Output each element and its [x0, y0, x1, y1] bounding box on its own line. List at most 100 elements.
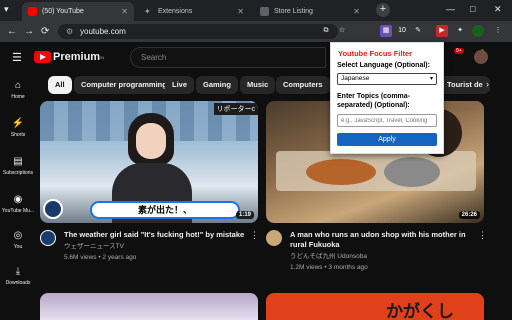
channel-name[interactable]: ウェザーニュースTV [64, 242, 124, 251]
video-meta: 5.6M views • 2 years ago [64, 254, 137, 261]
tab-search-icon[interactable]: ▾ [4, 4, 9, 15]
language-select-value: Japanese [341, 75, 370, 82]
tab-extensions[interactable]: ✦ Extensions ✕ [138, 2, 250, 21]
account-avatar[interactable] [474, 50, 488, 64]
you-icon: ◎ [13, 230, 23, 241]
chips-next-chevron-icon[interactable]: › [486, 79, 489, 89]
youtube-logo[interactable]: Premium IN [34, 51, 104, 63]
pen-extension-icon[interactable]: ✎ [412, 25, 424, 37]
video-thumbnail[interactable] [40, 293, 258, 320]
channel-avatar[interactable] [266, 230, 282, 246]
cooking-pot [384, 157, 440, 187]
logo-country: IN [100, 54, 105, 60]
tab-youtube[interactable]: (50) YouTube ✕ [22, 2, 134, 21]
youtube-music-icon: ◉ [13, 194, 23, 205]
channel-name[interactable]: うどんそば九州 Udonsoba [290, 252, 367, 261]
browser-tabstrip: (50) YouTube ✕ ✦ Extensions ✕ Store List… [0, 0, 512, 21]
subscriptions-icon: ▤ [13, 156, 23, 167]
url-text: youtube.com [80, 27, 126, 36]
back-button[interactable]: ← [7, 26, 17, 37]
chip-music[interactable]: Music [240, 76, 276, 94]
thumbnail-caption: 素が出た！、 [90, 201, 240, 219]
shorts-icon: ⚡ [11, 118, 25, 129]
topics-label-line: separated) (Optional): [337, 102, 410, 109]
video-duration: 1:19 [235, 211, 254, 219]
video-title[interactable]: A man who runs an udon shop with his mot… [290, 230, 486, 250]
video-thumbnail[interactable]: かがくし [266, 293, 484, 320]
channel-avatar[interactable] [40, 230, 56, 246]
food-plate [306, 159, 376, 185]
chip-computers[interactable]: Computers [276, 76, 330, 94]
close-tab-icon[interactable]: ✕ [237, 7, 244, 16]
tab-store-listing[interactable]: Store Listing ✕ [254, 2, 366, 21]
sidebar-item-downloads[interactable]: ⤓ Downloads [0, 266, 36, 286]
language-select[interactable]: Japanese ▾ [337, 73, 437, 85]
topics-input[interactable] [337, 114, 437, 127]
chevron-down-icon: ▾ [429, 76, 433, 82]
bookmark-star-icon[interactable]: ☆ [336, 25, 348, 37]
tab-label: Extensions [158, 8, 193, 15]
sidebar-item-label: You [13, 244, 23, 250]
extensions-puzzle-icon[interactable]: ✦ [454, 25, 466, 37]
tab-label: (50) YouTube [42, 8, 84, 15]
chip-all[interactable]: All [48, 76, 72, 94]
logo-text: Premium [53, 51, 101, 63]
video-title-line: rural Fukuoka [290, 240, 340, 249]
presenter-face [136, 123, 166, 159]
extension-badge[interactable]: 10 [396, 25, 408, 37]
video-more-icon[interactable]: ⋮ [478, 230, 487, 241]
browser-menu-icon[interactable]: ⋮ [492, 25, 504, 37]
address-bar[interactable]: ⚙ youtube.com [58, 24, 338, 39]
minimize-button[interactable]: — [446, 4, 455, 14]
extension-icon-1[interactable]: ▦ [380, 25, 392, 37]
profile-avatar[interactable] [472, 25, 484, 37]
sidebar-item-subscriptions[interactable]: ▤ Subscriptions [0, 156, 36, 176]
sidebar-item-label: YouTube Mu... [1, 208, 35, 214]
sidebar-item-shorts[interactable]: ⚡ Shorts [0, 118, 36, 138]
chip-gaming[interactable]: Gaming [196, 76, 238, 94]
video-thumbnail[interactable]: リポーターc 素が出た！、 1:19 [40, 101, 258, 223]
maximize-button[interactable]: □ [470, 4, 475, 14]
reload-button[interactable]: ⟳ [41, 26, 49, 37]
sidebar-item-home[interactable]: ⌂ Home [0, 80, 36, 100]
close-tab-icon[interactable]: ✕ [121, 7, 128, 16]
thumbnail-text: かがくし [386, 302, 454, 320]
focus-filter-extension-icon[interactable]: ▶ [436, 25, 448, 37]
video-title[interactable]: The weather girl said "It's fucking hot!… [64, 230, 252, 240]
sidebar-item-label: Downloads [5, 280, 31, 286]
sidebar-item-label: Shorts [10, 132, 26, 138]
topics-label: Enter Topics (comma- separated) (Optiona… [337, 92, 410, 110]
downloads-icon: ⤓ [15, 266, 21, 277]
video-more-icon[interactable]: ⋮ [250, 230, 259, 241]
forward-button[interactable]: → [24, 26, 34, 37]
video-title-line: A man who runs an udon shop with his mot… [290, 230, 466, 239]
cast-icon[interactable]: ⧉ [320, 25, 332, 37]
video-meta: 1.2M views • 3 months ago [290, 264, 368, 271]
hamburger-menu-icon[interactable]: ☰ [12, 51, 22, 64]
close-window-button[interactable]: ✕ [494, 4, 502, 15]
tab-label: Store Listing [274, 8, 313, 15]
apply-button[interactable]: Apply [337, 133, 437, 146]
topics-label-line: Enter Topics (comma- [337, 93, 410, 100]
youtube-favicon-icon [28, 7, 37, 16]
new-tab-button[interactable]: + [376, 3, 390, 17]
video-duration: 26:26 [458, 211, 480, 219]
popup-body: Select Language (Optional): Japanese ▾ E… [330, 42, 444, 154]
store-icon [260, 7, 269, 16]
sidebar-item-youtube-music[interactable]: ◉ YouTube Mu... [0, 194, 36, 214]
site-info-icon[interactable]: ⚙ [66, 24, 73, 39]
close-tab-icon[interactable]: ✕ [353, 7, 360, 16]
chip-live[interactable]: Live [165, 76, 195, 94]
youtube-play-logo-icon [34, 51, 51, 63]
weathernews-logo-icon [43, 199, 63, 219]
thumbnail-overlay-text: リポーターc [213, 103, 258, 115]
browser-toolbar: ← → ⟳ ⚙ youtube.com ⧉ ☆ ▦ 10 ✎ ▶ ✦ ⋮ [0, 21, 512, 42]
language-label: Select Language (Optional): [337, 62, 430, 69]
sidebar-item-you[interactable]: ◎ You [0, 230, 36, 250]
notification-count-badge: 9+ [454, 48, 464, 54]
chip-tourist[interactable]: Tourist de [440, 76, 490, 94]
chip-computer-programming[interactable]: Computer programming [74, 76, 174, 94]
search-input[interactable]: Search [130, 47, 326, 68]
sidebar-item-label: Home [11, 94, 25, 100]
home-icon: ⌂ [14, 80, 22, 91]
